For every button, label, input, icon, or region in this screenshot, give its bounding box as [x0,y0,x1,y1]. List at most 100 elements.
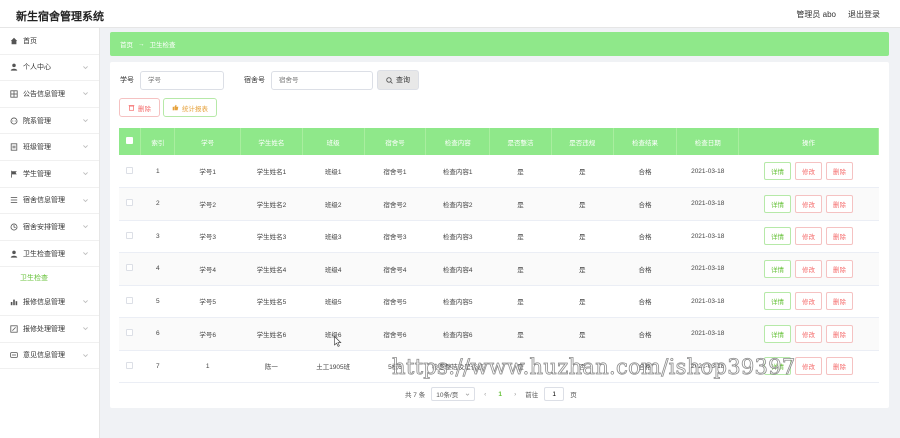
table-cell: 合格 [613,317,677,351]
row-checkbox[interactable] [126,361,134,369]
sidebar-item-9[interactable]: 报修信息管理 [0,289,99,316]
column-header[interactable]: 检查日期 [676,128,740,155]
column-header[interactable]: 班级 [302,128,365,155]
delete-button[interactable]: 删除 [826,259,854,278]
row-select-cell[interactable] [119,220,141,253]
detail-button[interactable]: 详情 [764,259,792,278]
current-page[interactable]: 1 [495,391,505,398]
sidebar-subitem-hygiene-check[interactable]: 卫生检查 [0,267,99,290]
table-row[interactable]: 4 学号4 学生姓名4 班级4 宿舍号4 检查内容4 是是合格 2021-03-18 详情 修改删… [119,252,879,286]
sidebar-item-label: 院系管理 [23,117,51,125]
table-cell: 是 [489,187,552,221]
sidebar-item-6[interactable]: 宿舍信息管理 [0,188,99,215]
breadcrumb-home[interactable]: 首页 [120,39,133,49]
sidebar-item-0[interactable]: 首页 [0,28,99,55]
row-select-cell[interactable] [119,155,141,188]
column-header[interactable]: 宿舍号 [364,128,427,155]
row-checkbox[interactable] [126,296,134,304]
table-cell: 宿舍号6 [364,317,426,351]
column-header[interactable]: 是否整洁 [489,128,552,155]
column-header[interactable]: 检查内容 [425,128,491,155]
edit-button[interactable]: 修改 [795,162,823,180]
row-select-cell[interactable] [119,187,141,221]
delete-button[interactable]: 删除 [826,162,854,180]
edit-button[interactable]: 修改 [795,227,823,246]
edit-button[interactable]: 修改 [795,292,823,311]
column-header[interactable]: 索引 [140,128,176,155]
chat-icon [10,117,18,125]
column-header[interactable]: 学号 [174,128,242,155]
row-checkbox[interactable] [126,264,134,272]
sidebar-item-3[interactable]: 院系管理 [0,108,99,135]
detail-button[interactable]: 详情 [764,227,792,246]
logout-link[interactable]: 退出登录 [848,9,880,20]
row-checkbox[interactable] [126,199,134,207]
table-row[interactable]: 1 学号1 学生姓名1 班级1 宿舍号1 检查内容1 是是合格 2021-03-18 详情 修改删… [119,155,879,188]
row-select-cell[interactable] [119,285,141,318]
current-user-label[interactable]: 管理员 abo [796,9,836,20]
dorm-input[interactable] [271,70,373,90]
edit-button[interactable]: 修改 [795,259,823,278]
chart-icon [10,298,18,306]
delete-button[interactable]: 删除 [826,357,854,376]
user-icon [10,250,18,258]
edit-button[interactable]: 修改 [795,324,823,343]
column-header[interactable]: 检查结果 [613,128,678,155]
column-header[interactable]: 操作 [738,128,879,155]
table-cell: 是 [489,317,552,351]
page-size-select[interactable]: 10条/页 [431,387,476,401]
sidebar-item-10[interactable]: 报修处理管理 [0,316,99,343]
row-select-cell[interactable] [119,317,141,351]
row-select-cell[interactable] [119,350,141,383]
table-row[interactable]: 2 学号2 学生姓名2 班级2 宿舍号2 检查内容2 是是合格 2021-03-18 详情 修改删… [119,187,879,221]
detail-button[interactable]: 详情 [764,357,792,376]
row-actions: 详情 修改 删除 [739,162,879,180]
sidebar-item-5[interactable]: 学生管理 [0,161,99,188]
top-right-area: 管理员 abo 退出登录 [796,9,880,20]
goto-page-input[interactable] [544,387,565,401]
row-select-cell[interactable] [119,252,141,286]
stats-report-button[interactable]: 统计报表 [163,98,217,117]
select-all-checkbox[interactable] [126,137,134,144]
sidebar-item-4[interactable]: 班级管理 [0,134,99,161]
row-actions: 详情 修改 删除 [739,227,879,246]
sidebar-item-8[interactable]: 卫生检查管理 [0,241,99,268]
next-page-icon[interactable]: › [511,391,519,398]
search-row: 学号 宿舍号 查询 [120,70,419,90]
row-checkbox[interactable] [126,329,134,337]
delete-button[interactable]: 删除 [826,292,854,311]
delete-button[interactable]: 删除 [826,324,854,343]
table-row[interactable]: 6 学号6 学生姓名6 班级6 宿舍号6 检查内容6 是是合格 2021-03-18 详情 修改删… [119,317,879,351]
sidebar-item-label: 报修处理管理 [23,325,65,333]
student-id-input[interactable] [140,70,224,90]
table-row[interactable]: 3 学号3 学生姓名3 班级3 宿舍号3 检查内容3 是是合格 2021-03-18 详情 修改删… [119,220,879,253]
query-button[interactable]: 查询 [377,70,419,90]
table-cell: 是 [551,317,614,351]
table-cell: 是 [489,220,552,253]
sidebar-item-11[interactable]: 意见信息管理 [0,343,99,370]
sidebar-item-2[interactable]: 公告信息管理 [0,81,99,108]
batch-delete-button[interactable]: 删除 [119,98,160,117]
row-checkbox[interactable] [126,231,134,239]
table-cell: 学号1 [174,155,241,188]
prev-page-icon[interactable]: ‹ [481,391,489,398]
detail-button[interactable]: 详情 [764,324,792,343]
delete-button[interactable]: 删除 [826,227,854,246]
row-actions-cell: 详情 修改 删除 [738,350,879,383]
sidebar-item-1[interactable]: 个人中心 [0,55,99,82]
table-cell: 宿舍号3 [364,220,426,253]
column-header[interactable]: 学生姓名 [240,128,303,155]
detail-button[interactable]: 详情 [764,292,792,311]
table-row[interactable]: 5 学号5 学生姓名5 班级5 宿舍号5 检查内容5 是是合格 2021-03-18 详情 修改删… [119,285,879,318]
select-all-cell[interactable] [119,128,142,155]
table-row[interactable]: 7 1 陈一 土工1905班 5栋6 检查整洁及是否违是否合格 2021-03-18 详情 修改… [119,350,879,383]
sidebar-item-7[interactable]: 宿舍安排管理 [0,214,99,241]
page-size-value: 10条/页 [436,392,459,399]
row-checkbox[interactable] [126,166,134,174]
delete-button[interactable]: 删除 [826,194,854,213]
column-header[interactable]: 是否违规 [551,128,614,155]
edit-button[interactable]: 修改 [795,357,823,376]
detail-button[interactable]: 详情 [764,194,792,213]
edit-button[interactable]: 修改 [795,194,823,213]
detail-button[interactable]: 详情 [764,162,792,180]
